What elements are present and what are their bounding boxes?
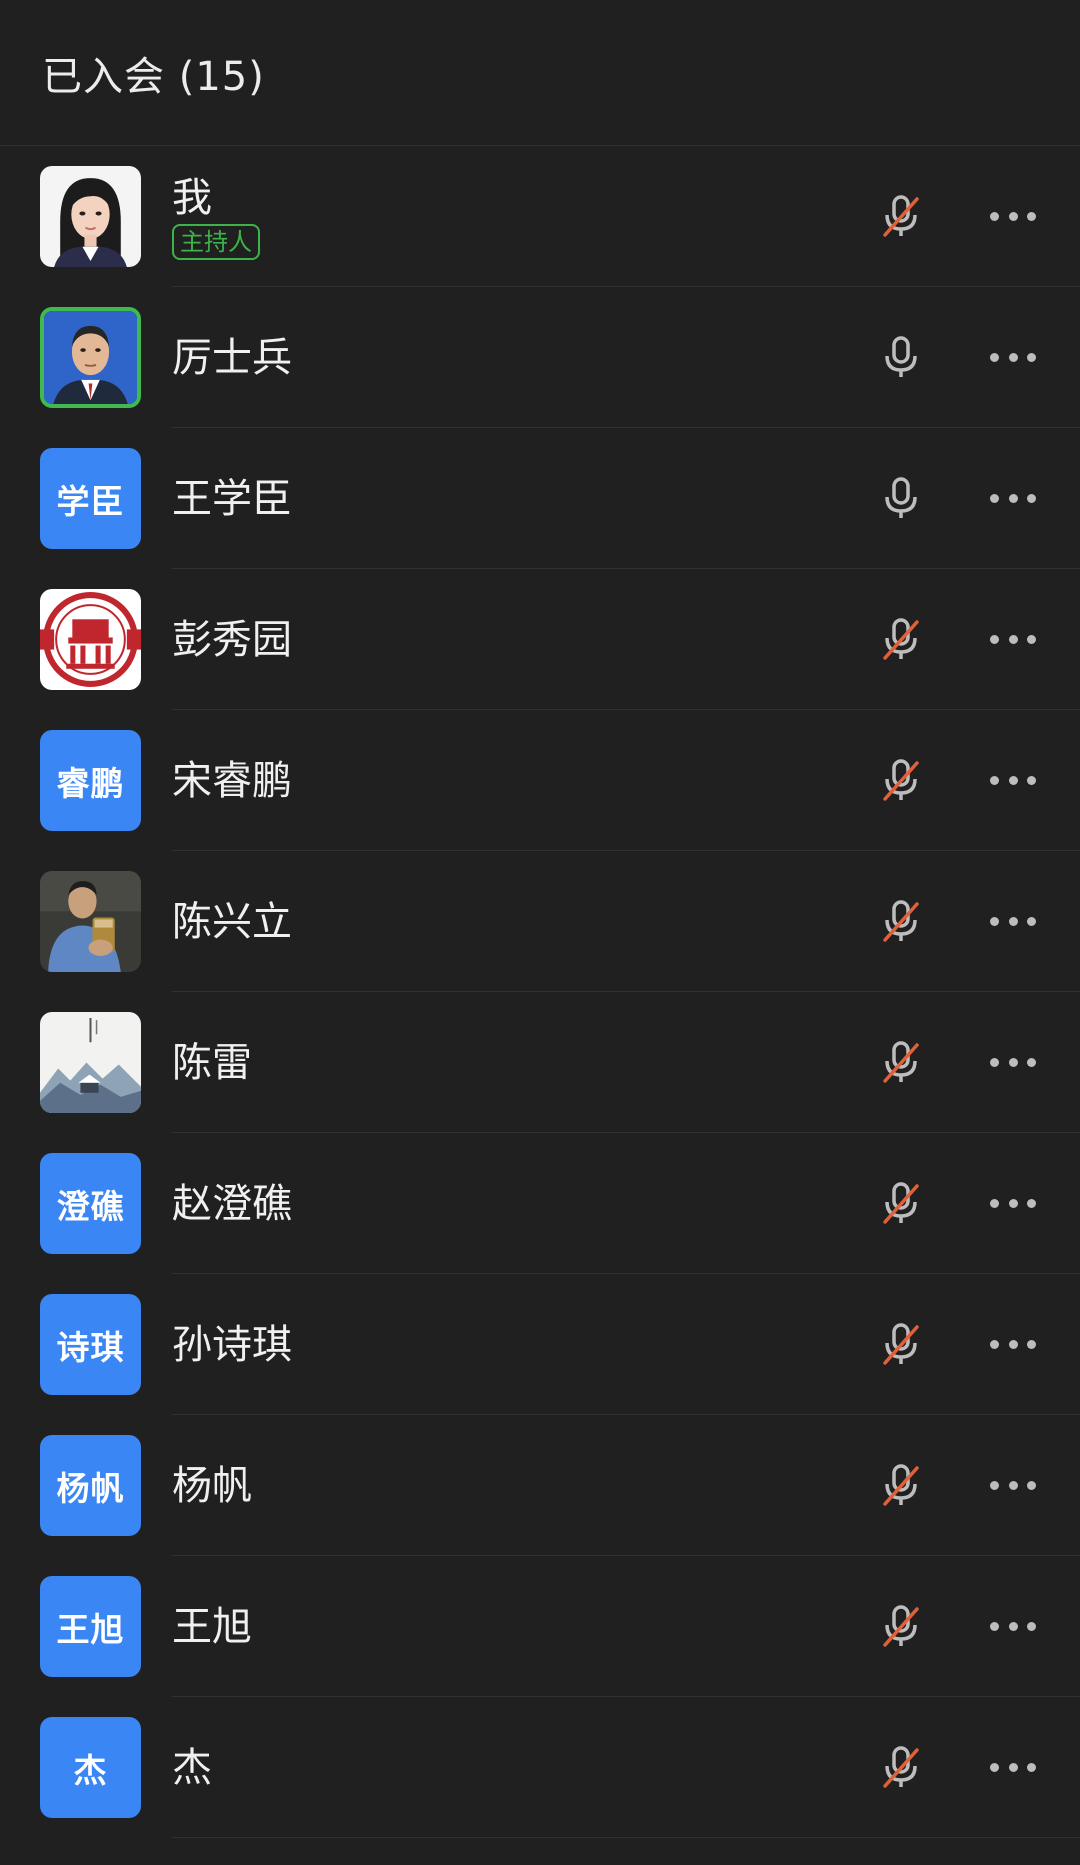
avatar-speaking — [40, 307, 141, 408]
mic-muted-icon[interactable] — [876, 614, 926, 664]
participant-name: 我 — [172, 174, 212, 221]
portrait-man-image — [44, 311, 137, 404]
avatar — [40, 589, 141, 690]
participant-name: 厉士兵 — [172, 334, 292, 381]
mic-muted-icon[interactable] — [876, 1178, 926, 1228]
emblem-logo-image — [40, 589, 141, 690]
more-options-icon[interactable] — [990, 760, 1036, 800]
man-drinking-photo — [40, 871, 141, 972]
more-options-icon[interactable] — [990, 337, 1036, 377]
mic-muted-icon[interactable] — [876, 1319, 926, 1369]
mic-on-icon[interactable] — [876, 332, 926, 382]
participant-row[interactable]: 诗琪 孙诗琪 — [0, 1274, 1080, 1415]
participant-name: 彭秀园 — [172, 616, 292, 663]
more-options-icon[interactable] — [990, 478, 1036, 518]
participant-name: 赵澄礁 — [172, 1180, 292, 1227]
participant-info: 杰 — [172, 1697, 212, 1838]
participants-page: 已入会 (15) 我 主持人 厉士兵 学臣 王学臣 彭秀园 睿鹏 宋睿鹏 陈兴立… — [0, 0, 1080, 1865]
more-options-icon[interactable] — [990, 1465, 1036, 1505]
participant-row[interactable]: 彭秀园 — [0, 569, 1080, 710]
mic-on-icon[interactable] — [876, 473, 926, 523]
mic-muted-icon[interactable] — [876, 896, 926, 946]
participant-row[interactable]: 陈兴立 — [0, 851, 1080, 992]
more-options-icon[interactable] — [990, 1324, 1036, 1364]
participant-name: 孙诗琪 — [172, 1321, 292, 1368]
participant-name: 陈雷 — [172, 1039, 252, 1086]
participant-info: 陈兴立 — [172, 851, 292, 992]
avatar-initials: 澄礁 — [40, 1153, 141, 1254]
avatar — [40, 871, 141, 972]
participants-count-title: 已入会 (15) — [42, 53, 265, 100]
avatar-initials: 学臣 — [40, 448, 141, 549]
participant-name: 陈兴立 — [172, 898, 292, 945]
portrait-woman-image — [40, 166, 141, 267]
mic-muted-icon[interactable] — [876, 1601, 926, 1651]
participant-row[interactable]: 睿鹏 宋睿鹏 — [0, 710, 1080, 851]
more-options-icon[interactable] — [990, 1606, 1036, 1646]
participant-info: 孙诗琪 — [172, 1274, 292, 1415]
participant-info: 宋睿鹏 — [172, 710, 292, 851]
participant-row[interactable]: 陈雷 — [0, 992, 1080, 1133]
participant-info: 王学臣 — [172, 428, 292, 569]
participant-name: 宋睿鹏 — [172, 757, 292, 804]
mic-muted-icon[interactable] — [876, 1460, 926, 1510]
more-options-icon[interactable] — [990, 619, 1036, 659]
more-options-icon[interactable] — [990, 901, 1036, 941]
participant-row[interactable]: 厉士兵 — [0, 287, 1080, 428]
participant-row[interactable]: 杨帆 杨帆 — [0, 1415, 1080, 1556]
mic-muted-icon[interactable] — [876, 191, 926, 241]
participant-info: 我 主持人 — [172, 146, 260, 287]
participant-list: 我 主持人 厉士兵 学臣 王学臣 彭秀园 睿鹏 宋睿鹏 陈兴立 陈雷 澄礁 赵澄… — [0, 146, 1080, 1838]
avatar — [40, 166, 141, 267]
participant-info: 彭秀园 — [172, 569, 292, 710]
host-badge: 主持人 — [172, 223, 260, 260]
participant-info: 赵澄礁 — [172, 1133, 292, 1274]
avatar — [40, 1012, 141, 1113]
participant-row[interactable]: 王旭 王旭 — [0, 1556, 1080, 1697]
participant-info: 杨帆 — [172, 1415, 252, 1556]
avatar-initials: 杰 — [40, 1717, 141, 1818]
more-options-icon[interactable] — [990, 1183, 1036, 1223]
participant-row[interactable]: 学臣 王学臣 — [0, 428, 1080, 569]
participant-row[interactable]: 澄礁 赵澄礁 — [0, 1133, 1080, 1274]
avatar-initials: 睿鹏 — [40, 730, 141, 831]
participants-header: 已入会 (15) — [0, 0, 1080, 146]
snow-landscape-image — [40, 1012, 141, 1113]
participant-info: 厉士兵 — [172, 287, 292, 428]
avatar-initials: 王旭 — [40, 1576, 141, 1677]
mic-muted-icon[interactable] — [876, 755, 926, 805]
avatar-initials: 杨帆 — [40, 1435, 141, 1536]
more-options-icon[interactable] — [990, 1042, 1036, 1082]
participant-row[interactable]: 我 主持人 — [0, 146, 1080, 287]
more-options-icon[interactable] — [990, 196, 1036, 236]
participant-name: 杨帆 — [172, 1462, 252, 1509]
mic-muted-icon[interactable] — [876, 1742, 926, 1792]
participant-info: 王旭 — [172, 1556, 252, 1697]
participant-name: 杰 — [172, 1744, 212, 1791]
participant-row[interactable]: 杰 杰 — [0, 1697, 1080, 1838]
participant-name: 王旭 — [172, 1603, 252, 1650]
avatar-initials: 诗琪 — [40, 1294, 141, 1395]
participant-info: 陈雷 — [172, 992, 252, 1133]
more-options-icon[interactable] — [990, 1747, 1036, 1787]
mic-muted-icon[interactable] — [876, 1037, 926, 1087]
participant-name: 王学臣 — [172, 475, 292, 522]
